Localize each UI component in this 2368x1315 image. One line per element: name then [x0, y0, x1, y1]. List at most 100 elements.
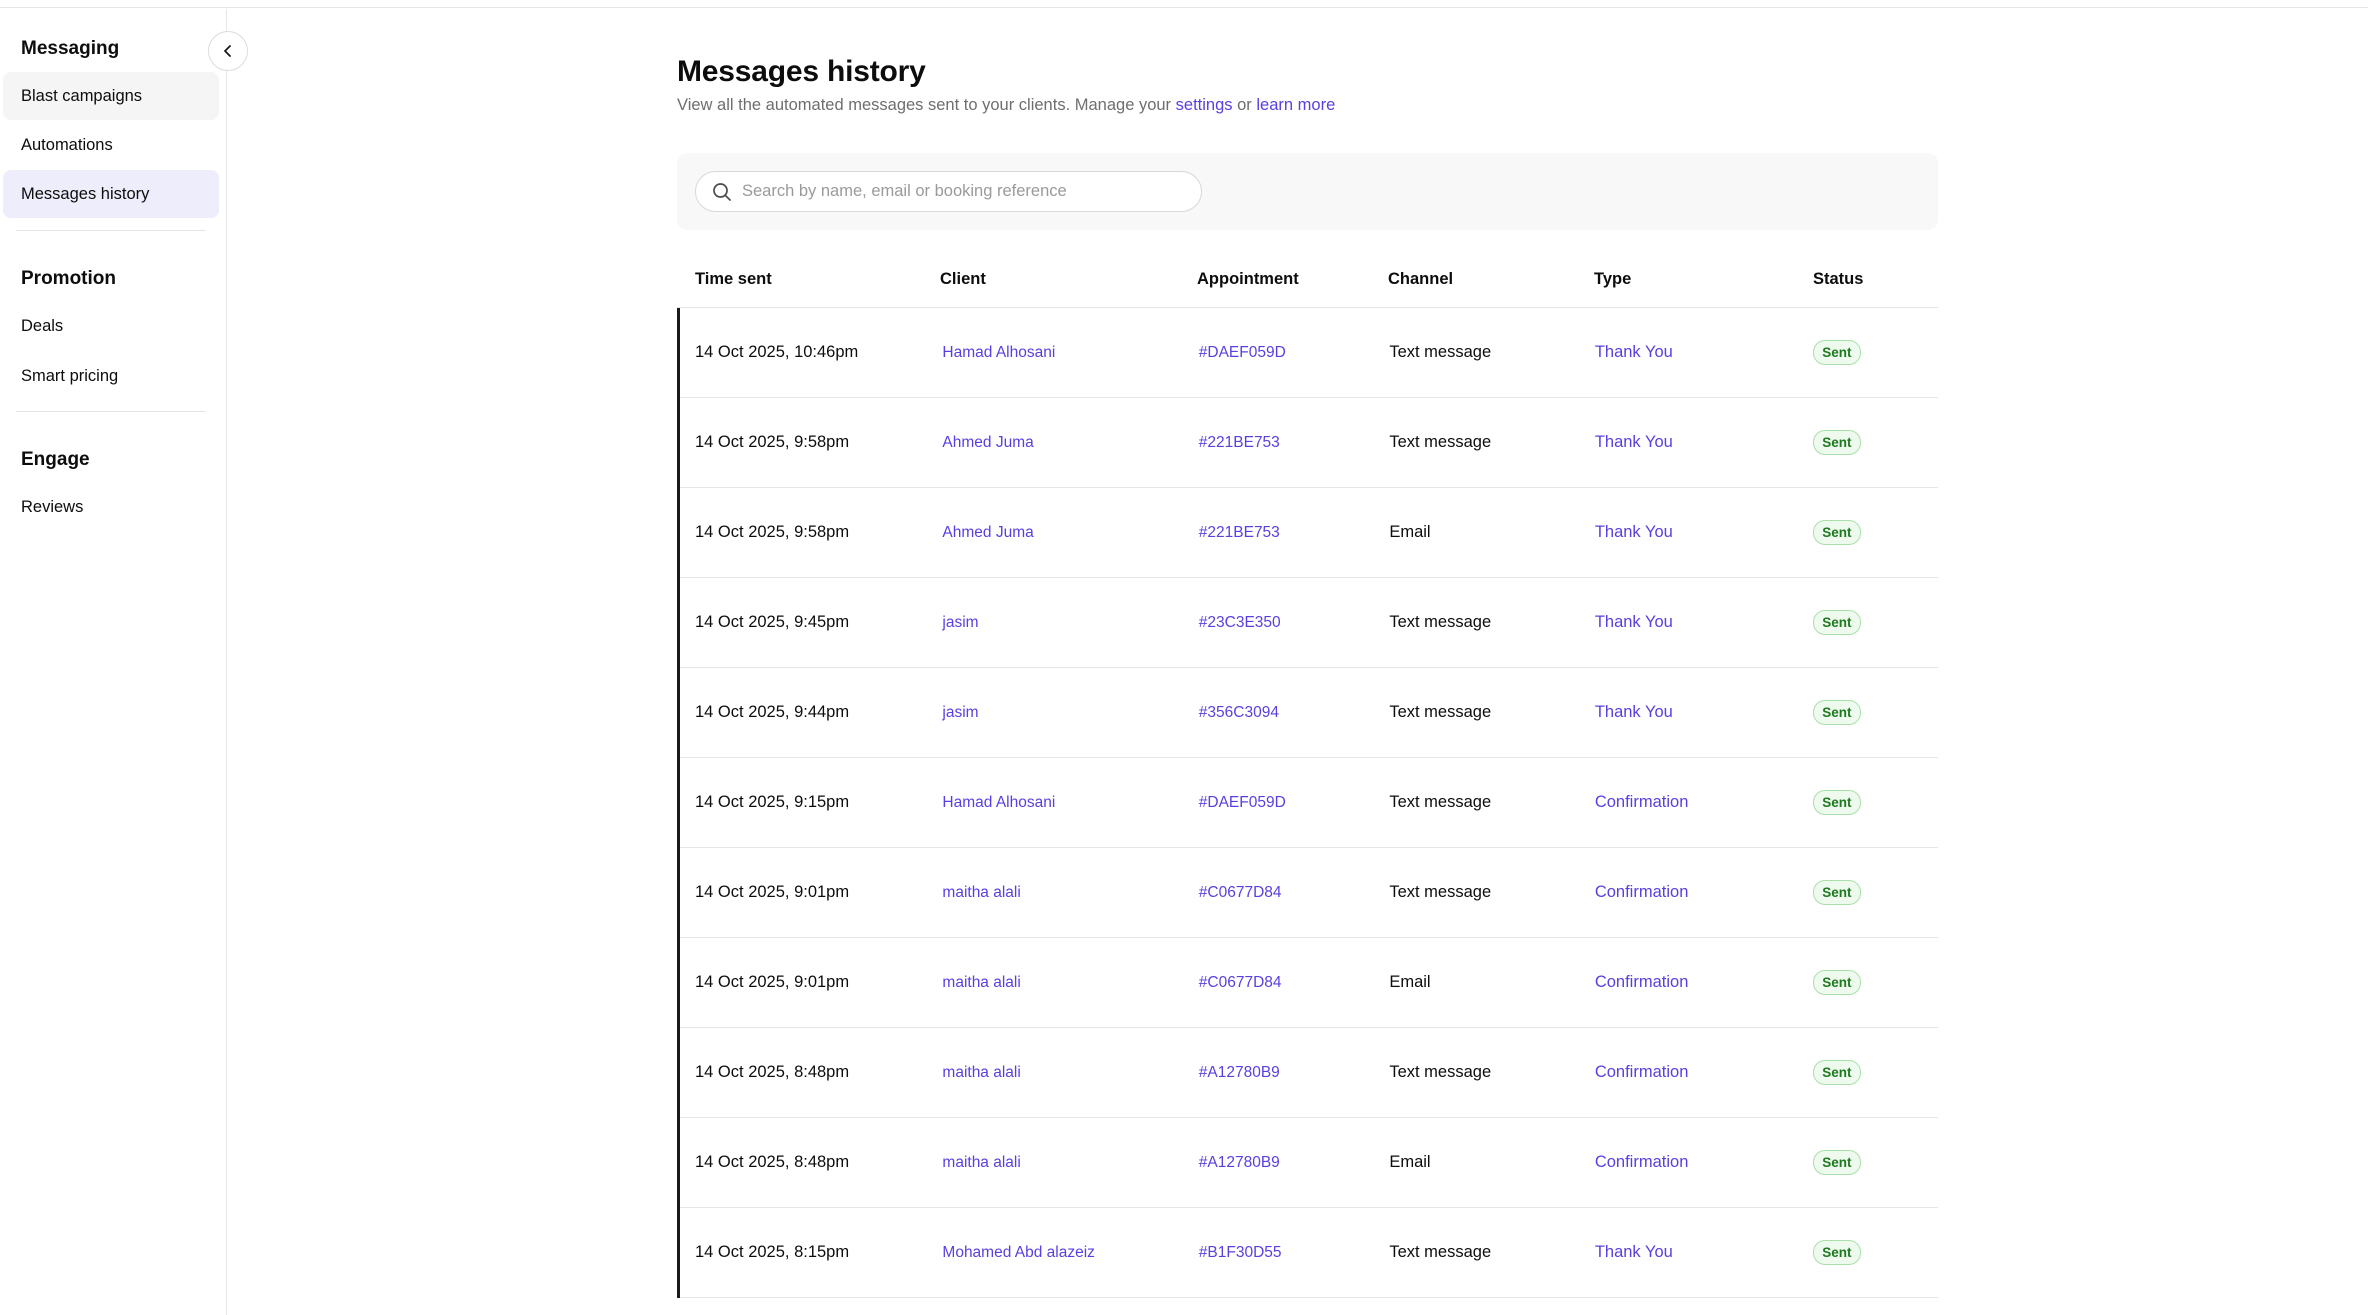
message-type-link[interactable]: Thank You — [1595, 433, 1673, 451]
messages-table: Time sent Client Appointment Channel Typ… — [677, 252, 1938, 1298]
message-type-link[interactable]: Confirmation — [1595, 973, 1689, 991]
appointment-link[interactable]: #DAEF059D — [1199, 794, 1286, 811]
cell-time-sent: 14 Oct 2025, 10:46pm — [695, 343, 859, 361]
sidebar-item-reviews[interactable]: Reviews — [3, 483, 219, 531]
cell-time-sent: 14 Oct 2025, 9:01pm — [695, 973, 850, 991]
table-row[interactable]: 14 Oct 2025, 9:15pm Hamad Alhosani #DAEF… — [680, 758, 1938, 848]
table-row[interactable]: 14 Oct 2025, 9:58pm Ahmed Juma #221BE753… — [680, 488, 1938, 578]
cell-channel: Text message — [1389, 1063, 1492, 1081]
appointment-link[interactable]: #B1F30D55 — [1199, 1244, 1282, 1261]
status-badge: Sent — [1813, 1240, 1861, 1265]
cell-time-sent: 14 Oct 2025, 8:48pm — [695, 1063, 850, 1081]
message-type-link[interactable]: Thank You — [1595, 613, 1673, 631]
table-row[interactable]: 14 Oct 2025, 9:44pm jasim #356C3094 Text… — [680, 668, 1938, 758]
table-row[interactable]: 14 Oct 2025, 9:01pm maitha alali #C0677D… — [680, 848, 1938, 938]
table-row[interactable]: 14 Oct 2025, 9:45pm jasim #23C3E350 Text… — [680, 578, 1938, 668]
table-row[interactable]: 14 Oct 2025, 8:15pm Mohamed Abd alazeiz … — [680, 1208, 1938, 1298]
cell-channel: Text message — [1389, 1243, 1492, 1261]
page-subtitle-or: or — [1237, 96, 1252, 114]
column-header-status: Status — [1813, 270, 1864, 288]
cell-channel: Text message — [1389, 793, 1492, 811]
search-input[interactable] — [742, 182, 1182, 201]
message-type-link[interactable]: Thank You — [1595, 703, 1673, 721]
cell-time-sent: 14 Oct 2025, 8:48pm — [695, 1153, 850, 1171]
appointment-link[interactable]: #C0677D84 — [1199, 974, 1282, 991]
client-link[interactable]: maitha alali — [942, 974, 1020, 991]
column-header-type: Type — [1594, 270, 1632, 288]
client-link[interactable]: Hamad Alhosani — [942, 794, 1055, 811]
search-panel — [677, 153, 1938, 230]
client-link[interactable]: jasim — [942, 704, 978, 721]
table-row[interactable]: 14 Oct 2025, 8:48pm maitha alali #A12780… — [680, 1028, 1938, 1118]
client-link[interactable]: maitha alali — [942, 1064, 1020, 1081]
search-icon — [713, 182, 731, 201]
cell-time-sent: 14 Oct 2025, 9:15pm — [695, 793, 850, 811]
cell-channel: Text message — [1389, 613, 1492, 631]
table-row[interactable]: 14 Oct 2025, 9:01pm maitha alali #C0677D… — [680, 938, 1938, 1028]
cell-channel: Email — [1389, 523, 1431, 541]
appointment-link[interactable]: #DAEF059D — [1199, 344, 1286, 361]
sidebar-divider — [16, 230, 206, 231]
sidebar-item-deals[interactable]: Deals — [3, 302, 219, 350]
client-link[interactable]: maitha alali — [942, 1154, 1020, 1171]
sidebar-section-promotion: Promotion — [21, 268, 116, 289]
sidebar: Messaging Blast campaigns Automations Me… — [0, 9, 227, 1315]
table-header: Time sent Client Appointment Channel Typ… — [677, 252, 1938, 308]
status-badge: Sent — [1813, 1060, 1861, 1085]
cell-time-sent: 14 Oct 2025, 9:58pm — [695, 433, 850, 451]
client-link[interactable]: Mohamed Abd alazeiz — [942, 1244, 1095, 1261]
message-type-link[interactable]: Thank You — [1595, 523, 1673, 541]
status-badge: Sent — [1813, 970, 1861, 995]
appointment-link[interactable]: #C0677D84 — [1199, 884, 1282, 901]
cell-channel: Text message — [1389, 883, 1492, 901]
column-header-appointment: Appointment — [1197, 270, 1299, 288]
message-type-link[interactable]: Confirmation — [1595, 1063, 1689, 1081]
message-type-link[interactable]: Confirmation — [1595, 883, 1689, 901]
message-type-link[interactable]: Confirmation — [1595, 1153, 1689, 1171]
sidebar-section-engage: Engage — [21, 449, 90, 470]
top-bar — [0, 0, 2368, 8]
appointment-link[interactable]: #23C3E350 — [1199, 614, 1281, 631]
appointment-link[interactable]: #A12780B9 — [1199, 1064, 1280, 1081]
table-row[interactable]: 14 Oct 2025, 9:58pm Ahmed Juma #221BE753… — [680, 398, 1938, 488]
status-badge: Sent — [1813, 880, 1861, 905]
client-link[interactable]: Ahmed Juma — [942, 524, 1033, 541]
cell-channel: Email — [1389, 973, 1431, 991]
client-link[interactable]: maitha alali — [942, 884, 1020, 901]
message-type-link[interactable]: Thank You — [1595, 1243, 1673, 1261]
appointment-link[interactable]: #356C3094 — [1199, 704, 1279, 721]
page-title: Messages history — [677, 55, 926, 88]
status-badge: Sent — [1813, 610, 1861, 635]
sidebar-item-blast-campaigns[interactable]: Blast campaigns — [3, 72, 219, 120]
message-type-link[interactable]: Thank You — [1595, 343, 1673, 361]
table-row[interactable]: 14 Oct 2025, 8:48pm maitha alali #A12780… — [680, 1118, 1938, 1208]
settings-link[interactable]: settings — [1176, 96, 1233, 114]
client-link[interactable]: Hamad Alhosani — [942, 344, 1055, 361]
client-link[interactable]: jasim — [942, 614, 978, 631]
cell-time-sent: 14 Oct 2025, 9:58pm — [695, 523, 850, 541]
learn-more-link[interactable]: learn more — [1256, 96, 1335, 114]
cell-channel: Text message — [1389, 433, 1492, 451]
message-type-link[interactable]: Confirmation — [1595, 793, 1689, 811]
status-badge: Sent — [1813, 790, 1861, 815]
appointment-link[interactable]: #221BE753 — [1199, 524, 1280, 541]
cell-time-sent: 14 Oct 2025, 9:45pm — [695, 613, 850, 631]
search-box[interactable] — [695, 171, 1202, 212]
status-badge: Sent — [1813, 340, 1861, 365]
cell-channel: Text message — [1389, 703, 1492, 721]
sidebar-section-messaging: Messaging — [21, 38, 120, 59]
status-badge: Sent — [1813, 520, 1861, 545]
client-link[interactable]: Ahmed Juma — [942, 434, 1033, 451]
table-body: 14 Oct 2025, 10:46pm Hamad Alhosani #DAE… — [677, 308, 1938, 1298]
sidebar-item-smart-pricing[interactable]: Smart pricing — [3, 352, 219, 400]
appointment-link[interactable]: #221BE753 — [1199, 434, 1280, 451]
sidebar-item-automations[interactable]: Automations — [3, 121, 219, 169]
appointment-link[interactable]: #A12780B9 — [1199, 1154, 1280, 1171]
status-badge: Sent — [1813, 700, 1861, 725]
sidebar-item-messages-history[interactable]: Messages history — [3, 170, 219, 218]
cell-time-sent: 14 Oct 2025, 8:15pm — [695, 1243, 850, 1261]
cell-time-sent: 14 Oct 2025, 9:44pm — [695, 703, 850, 721]
table-row[interactable]: 14 Oct 2025, 10:46pm Hamad Alhosani #DAE… — [680, 308, 1938, 398]
sidebar-collapse-button[interactable] — [208, 31, 248, 71]
cell-channel: Text message — [1389, 343, 1492, 361]
